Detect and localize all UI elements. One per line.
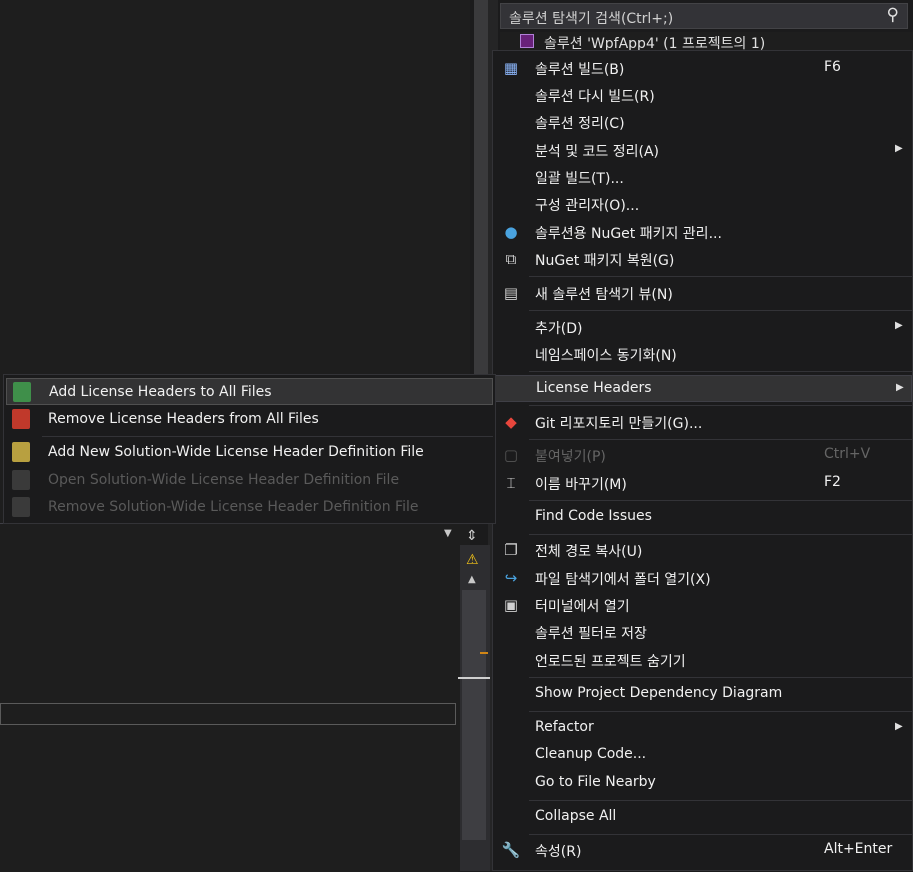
menu-item-clean-solution[interactable]: 솔루션 정리(C) bbox=[493, 109, 912, 136]
submenu-item-add-definition-file[interactable]: Add New Solution-Wide License Header Def… bbox=[6, 439, 493, 466]
menu-separator bbox=[529, 834, 912, 835]
menu-item-dependency-diagram[interactable]: Show Project Dependency Diagram bbox=[493, 681, 912, 708]
scrollbar-caret-marker bbox=[458, 677, 490, 679]
menu-item-restore-nuget[interactable]: ⧉ NuGet 패키지 복원(G) bbox=[493, 246, 912, 273]
menu-separator bbox=[529, 439, 912, 440]
menu-item-create-git-repo[interactable]: ◆ Git 리포지토리 만들기(G)... bbox=[493, 409, 912, 436]
solution-explorer-search-input[interactable]: 솔루션 탐색기 검색(Ctrl+;) ⚲ bbox=[500, 3, 908, 29]
menu-item-batch-build[interactable]: 일괄 빌드(T)... bbox=[493, 164, 912, 191]
build-icon: ▦ bbox=[503, 59, 519, 77]
open-folder-icon: ↪ bbox=[504, 569, 518, 587]
menu-item-copy-full-path[interactable]: ❐ 전체 경로 복사(U) bbox=[493, 537, 912, 564]
warning-icon[interactable]: ⚠ bbox=[466, 552, 479, 568]
submenu-item-remove-headers[interactable]: Remove License Headers from All Files bbox=[6, 406, 493, 433]
copy-icon: ❐ bbox=[504, 541, 518, 559]
menu-item-find-code-issues[interactable]: Find Code Issues bbox=[493, 504, 912, 531]
menu-item-cleanup-code[interactable]: Cleanup Code... bbox=[493, 742, 912, 769]
submenu-arrow-icon: ▶ bbox=[895, 721, 903, 732]
terminal-icon: ▣ bbox=[503, 596, 519, 614]
open-definition-icon bbox=[12, 470, 30, 490]
chevron-down-icon[interactable]: ▼ bbox=[444, 528, 452, 539]
git-icon: ◆ bbox=[505, 413, 517, 431]
remove-headers-icon bbox=[12, 409, 30, 429]
menu-item-hide-unloaded[interactable]: 언로드된 프로젝트 숨기기 bbox=[493, 647, 912, 674]
menu-separator bbox=[529, 500, 912, 501]
search-icon[interactable]: ⚲ bbox=[887, 5, 899, 25]
scrollbar-thumb[interactable] bbox=[462, 590, 486, 840]
editor-scrollbar[interactable] bbox=[474, 0, 488, 380]
menu-separator bbox=[529, 371, 912, 372]
menu-item-open-in-explorer[interactable]: ↪ 파일 탐색기에서 폴더 열기(X) bbox=[493, 565, 912, 592]
restore-icon: ⧉ bbox=[505, 250, 517, 268]
add-definition-icon bbox=[12, 442, 30, 462]
menu-item-rename[interactable]: ⌶ 이름 바꾸기(M) F2 bbox=[493, 470, 912, 497]
new-view-icon: ▤ bbox=[503, 284, 519, 302]
menu-item-properties[interactable]: 🔧 속성(R) Alt+Enter bbox=[493, 837, 912, 864]
menu-item-build-solution[interactable]: ▦ 솔루션 빌드(B) F6 bbox=[493, 55, 912, 82]
menu-item-new-explorer-view[interactable]: ▤ 새 솔루션 탐색기 뷰(N) bbox=[493, 280, 912, 307]
output-panel bbox=[0, 523, 458, 872]
menu-item-license-headers[interactable]: License Headers ▶ bbox=[493, 375, 912, 402]
menu-item-save-as-filter[interactable]: 솔루션 필터로 저장 bbox=[493, 619, 912, 646]
menu-separator bbox=[529, 800, 912, 801]
paste-icon: ▢ bbox=[503, 446, 519, 464]
search-placeholder: 솔루션 탐색기 검색(Ctrl+;) bbox=[509, 11, 674, 27]
menu-item-manage-nuget[interactable]: ● 솔루션용 NuGet 패키지 관리... bbox=[493, 219, 912, 246]
menu-separator bbox=[529, 711, 912, 712]
solution-icon bbox=[520, 34, 534, 48]
license-headers-submenu: Add License Headers to All Files Remove … bbox=[3, 374, 496, 524]
submenu-item-open-definition-file[interactable]: Open Solution-Wide License Header Defini… bbox=[6, 467, 493, 494]
remove-definition-icon bbox=[12, 497, 30, 517]
menu-item-go-to-file-nearby[interactable]: Go to File Nearby bbox=[493, 770, 912, 797]
menu-separator bbox=[42, 436, 493, 437]
scrollbar-marker bbox=[480, 652, 488, 654]
menu-item-open-in-terminal[interactable]: ▣ 터미널에서 열기 bbox=[493, 592, 912, 619]
menu-separator bbox=[529, 276, 912, 277]
menu-item-configuration-manager[interactable]: 구성 관리자(O)... bbox=[493, 191, 912, 218]
scroll-up-icon[interactable]: ▲ bbox=[468, 574, 476, 585]
submenu-arrow-icon: ▶ bbox=[895, 143, 903, 154]
submenu-item-remove-definition-file[interactable]: Remove Solution-Wide License Header Defi… bbox=[6, 494, 493, 521]
menu-item-refactor[interactable]: Refactor ▶ bbox=[493, 715, 912, 742]
submenu-arrow-icon: ▶ bbox=[896, 382, 904, 393]
solution-context-menu: ▦ 솔루션 빌드(B) F6 솔루션 다시 빌드(R) 솔루션 정리(C) 분석… bbox=[492, 50, 913, 871]
menu-separator bbox=[529, 405, 912, 406]
menu-separator bbox=[529, 677, 912, 678]
add-headers-icon bbox=[13, 382, 31, 402]
menu-item-paste[interactable]: ▢ 붙여넣기(P) Ctrl+V bbox=[493, 442, 912, 469]
wrench-icon: 🔧 bbox=[501, 841, 521, 859]
menu-item-add[interactable]: 추가(D) ▶ bbox=[493, 314, 912, 341]
solution-tree-root[interactable]: 솔루션 'WpfApp4' (1 프로젝트의 1) bbox=[500, 32, 913, 52]
menu-item-analyze-cleanup[interactable]: 분석 및 코드 정리(A) ▶ bbox=[493, 137, 912, 164]
menu-separator bbox=[529, 310, 912, 311]
split-icon[interactable]: ⇕ bbox=[466, 528, 478, 544]
submenu-item-add-headers[interactable]: Add License Headers to All Files bbox=[6, 378, 493, 405]
rename-icon: ⌶ bbox=[506, 474, 516, 492]
submenu-arrow-icon: ▶ bbox=[895, 320, 903, 331]
panel-input-field[interactable] bbox=[0, 703, 456, 725]
nuget-icon: ● bbox=[504, 223, 518, 241]
menu-item-rebuild-solution[interactable]: 솔루션 다시 빌드(R) bbox=[493, 82, 912, 109]
menu-item-sync-namespaces[interactable]: 네임스페이스 동기화(N) bbox=[493, 341, 912, 368]
menu-separator bbox=[529, 534, 912, 535]
menu-item-collapse-all[interactable]: Collapse All bbox=[493, 804, 912, 831]
